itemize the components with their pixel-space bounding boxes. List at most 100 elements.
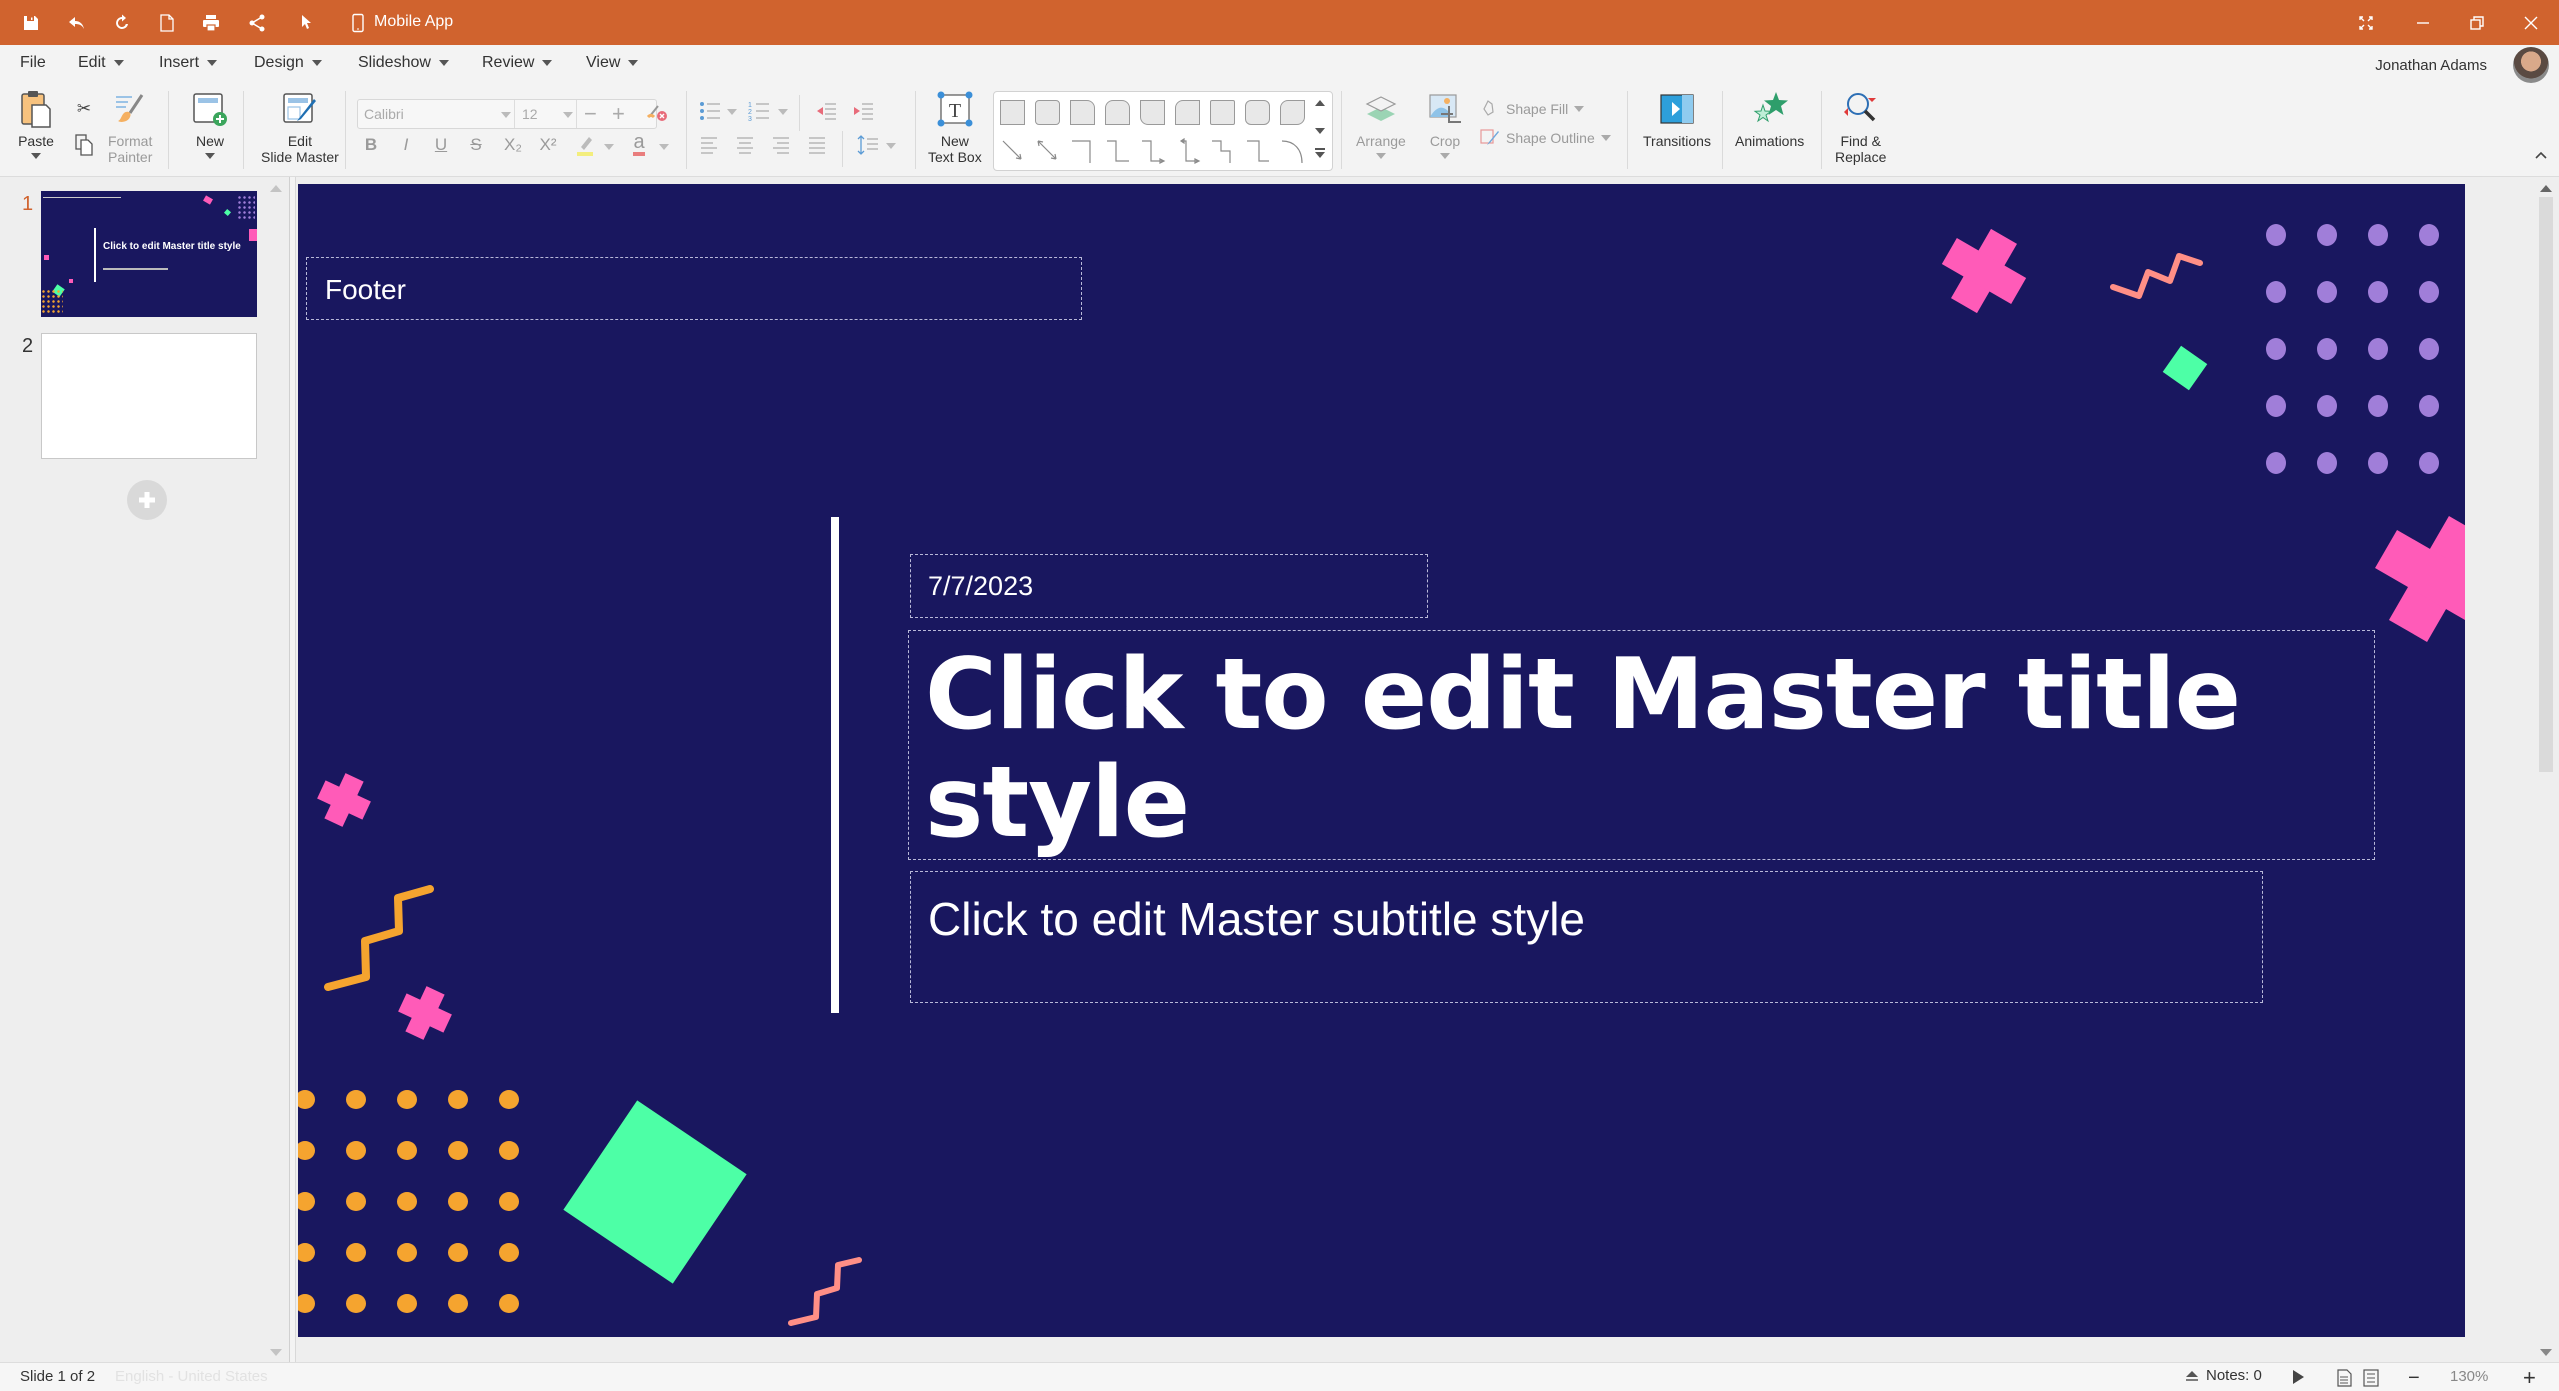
crop-button[interactable]: Crop (1425, 89, 1465, 159)
pointer-icon[interactable] (294, 10, 320, 36)
new-document-icon[interactable] (154, 10, 180, 36)
chevron-down-icon[interactable] (778, 109, 788, 115)
numbered-list-icon[interactable]: 123 (746, 99, 772, 123)
subscript-button[interactable]: X₂ (500, 131, 526, 159)
elbow-connector-2-shape[interactable] (1105, 138, 1131, 164)
elbow-arrow-shape[interactable] (1140, 138, 1166, 164)
round-diagonal-shape[interactable] (1280, 100, 1305, 125)
footer-placeholder[interactable]: Footer (306, 257, 1082, 320)
new-text-box-button[interactable]: T New Text Box (928, 89, 982, 165)
gallery-scroll-up[interactable] (1315, 100, 1325, 106)
share-icon[interactable] (244, 10, 270, 36)
bullet-list-icon[interactable] (697, 99, 723, 123)
close-icon[interactable] (2518, 10, 2544, 36)
increase-font-icon[interactable]: + (612, 101, 625, 127)
print-icon[interactable] (198, 10, 224, 36)
rectangle-shape[interactable] (1000, 100, 1025, 125)
language-indicator[interactable]: English - United States (115, 1368, 268, 1385)
title-placeholder[interactable]: Click to edit Master title style (908, 630, 2375, 860)
strikethrough-button[interactable]: S (465, 131, 487, 159)
copy-icon[interactable] (72, 133, 96, 157)
chevron-down-icon[interactable] (604, 144, 614, 150)
rounded-rectangle-shape[interactable] (1035, 100, 1060, 125)
zoom-in-button[interactable]: + (2523, 1365, 2536, 1391)
subtitle-placeholder[interactable]: Click to edit Master subtitle style (910, 871, 2263, 1003)
round-single-corner-shape[interactable] (1210, 100, 1235, 125)
align-center-icon[interactable] (733, 133, 757, 157)
increase-indent-icon[interactable] (850, 99, 876, 123)
find-replace-button[interactable]: Find & Replace (1835, 89, 1886, 165)
transitions-button[interactable]: Transitions (1643, 89, 1711, 149)
align-left-icon[interactable] (697, 133, 721, 157)
redo-icon[interactable] (109, 10, 135, 36)
snip-two-corner-shape[interactable] (1105, 100, 1130, 125)
slide-canvas[interactable]: Footer 7/7/2023 Click to edit Master tit… (298, 184, 2465, 1337)
chevron-down-icon[interactable] (659, 144, 669, 150)
panel-scroll-up[interactable] (270, 185, 282, 192)
highlight-icon[interactable] (573, 131, 597, 159)
chevron-down-icon[interactable] (727, 109, 737, 115)
menu-view[interactable]: View (586, 54, 639, 72)
gallery-expand[interactable] (1315, 148, 1325, 158)
font-family-select[interactable]: Calibri (364, 106, 404, 122)
italic-button[interactable]: I (395, 131, 417, 159)
menu-review[interactable]: Review (482, 54, 553, 72)
step-connector-shape[interactable] (1210, 138, 1236, 164)
outline-view-icon[interactable] (2363, 1369, 2379, 1387)
double-arrow-line-shape[interactable] (1035, 138, 1061, 164)
font-size-select[interactable]: 12 (522, 106, 538, 122)
animations-button[interactable]: Animations (1735, 89, 1804, 149)
snip-rectangle-shape[interactable] (1070, 100, 1095, 125)
elbow-connector-shape[interactable] (1070, 138, 1096, 164)
slide-thumbnail-1[interactable]: Click to edit Master title style (41, 191, 257, 317)
date-placeholder[interactable]: 7/7/2023 (910, 554, 1428, 618)
bold-button[interactable]: B (360, 131, 382, 159)
elbow-double-arrow-shape[interactable] (1175, 137, 1201, 164)
format-painter-button[interactable]: Format Painter (108, 89, 152, 165)
curved-connector-shape[interactable] (1280, 138, 1306, 164)
decrease-indent-icon[interactable] (813, 99, 839, 123)
menu-file[interactable]: File (20, 54, 46, 72)
paste-button[interactable]: Paste (16, 89, 56, 159)
normal-view-icon[interactable] (2336, 1369, 2352, 1387)
menu-edit[interactable]: Edit (78, 54, 124, 72)
scrollbar-thumb[interactable] (2539, 197, 2553, 772)
chevron-down-icon[interactable] (563, 112, 573, 118)
chevron-down-icon[interactable] (886, 143, 896, 149)
scroll-up-arrow[interactable] (2540, 185, 2552, 192)
clear-formatting-icon[interactable] (645, 99, 669, 123)
step-connector-2-shape[interactable] (1245, 138, 1271, 164)
user-name[interactable]: Jonathan Adams (2375, 57, 2487, 74)
add-slide-button[interactable] (127, 480, 167, 520)
fullscreen-icon[interactable] (2353, 10, 2379, 36)
menu-insert[interactable]: Insert (159, 54, 218, 72)
play-slideshow-icon[interactable] (2291, 1369, 2305, 1385)
font-color-icon[interactable]: a (627, 129, 651, 159)
cut-icon[interactable]: ✂ (72, 97, 96, 121)
snip-diagonal-shape[interactable] (1140, 100, 1165, 125)
save-icon[interactable] (18, 10, 44, 36)
restore-icon[interactable] (2464, 10, 2490, 36)
notes-toggle[interactable]: Notes: 0 (2184, 1367, 2262, 1384)
snip-round-shape[interactable] (1175, 100, 1200, 125)
zoom-level[interactable]: 130% (2450, 1368, 2488, 1385)
justify-icon[interactable] (805, 133, 829, 157)
edit-slide-master-button[interactable]: Edit Slide Master (261, 89, 339, 165)
collapse-ribbon-icon[interactable] (2533, 147, 2549, 163)
gallery-scroll-down[interactable] (1315, 128, 1325, 134)
minimize-icon[interactable] (2410, 10, 2436, 36)
shape-fill-button[interactable]: Shape Fill (1480, 99, 1585, 119)
menu-slideshow[interactable]: Slideshow (358, 54, 449, 72)
scroll-down-arrow[interactable] (2540, 1349, 2552, 1356)
line-spacing-icon[interactable] (856, 133, 880, 157)
slide-thumbnail-2[interactable] (41, 333, 257, 459)
round-same-side-shape[interactable] (1245, 100, 1270, 125)
chevron-down-icon[interactable] (501, 112, 511, 118)
shape-outline-button[interactable]: Shape Outline (1480, 128, 1611, 148)
align-right-icon[interactable] (769, 133, 793, 157)
undo-icon[interactable] (64, 10, 90, 36)
new-slide-button[interactable]: New (190, 89, 230, 159)
arrange-button[interactable]: Arrange (1356, 89, 1406, 159)
superscript-button[interactable]: X² (535, 131, 561, 159)
vertical-scrollbar[interactable] (2539, 177, 2559, 1362)
